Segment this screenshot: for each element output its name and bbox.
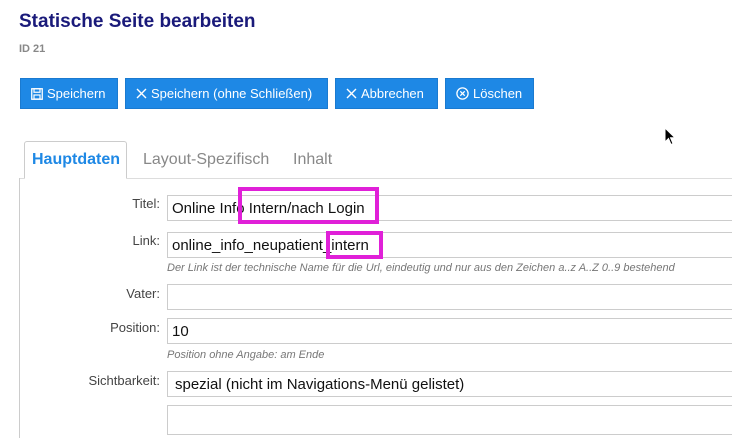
parent-label: Vater: <box>126 286 160 301</box>
link-input[interactable]: online_info_neupatient_intern <box>167 232 732 258</box>
link-highlight-box <box>326 231 383 259</box>
page-title: Statische Seite bearbeiten <box>19 11 256 32</box>
close-icon <box>136 88 147 99</box>
link-label: Link: <box>132 233 160 248</box>
delete-button-label: Löschen <box>473 86 523 101</box>
title-label: Titel: <box>132 196 160 211</box>
tab-inhalt[interactable]: Inhalt <box>286 141 339 179</box>
parent-input[interactable] <box>167 284 732 310</box>
save-without-close-button[interactable]: Speichern (ohne Schließen) <box>125 78 328 109</box>
delete-button[interactable]: Löschen <box>445 78 534 109</box>
link-hint: Der Link ist der technische Name für die… <box>167 262 675 274</box>
save-button-label: Speichern <box>47 86 106 101</box>
delete-circle-icon <box>456 87 469 100</box>
position-hint: Position ohne Angabe: am Ende <box>167 349 325 361</box>
position-label: Position: <box>110 320 160 335</box>
position-input[interactable]: 10 <box>167 318 732 344</box>
cancel-button[interactable]: Abbrechen <box>335 78 438 109</box>
save-button[interactable]: Speichern <box>20 78 118 109</box>
next-field[interactable] <box>167 405 732 435</box>
cancel-button-label: Abbrechen <box>361 86 424 101</box>
tab-layout-spezifisch[interactable]: Layout-Spezifisch <box>136 141 276 179</box>
title-highlight-box <box>238 187 379 224</box>
tab-hauptdaten[interactable]: Hauptdaten <box>24 141 127 179</box>
save-without-close-label: Speichern (ohne Schließen) <box>151 86 313 101</box>
tab-bar: Hauptdaten Layout-Spezifisch Inhalt <box>0 141 732 179</box>
visibility-label: Sichtbarkeit: <box>88 373 160 388</box>
visibility-select[interactable]: spezial (nicht im Navigations-Menü gelis… <box>167 371 732 397</box>
save-icon <box>31 87 43 100</box>
close-icon <box>346 88 357 99</box>
page-id: ID 21 <box>19 43 46 55</box>
